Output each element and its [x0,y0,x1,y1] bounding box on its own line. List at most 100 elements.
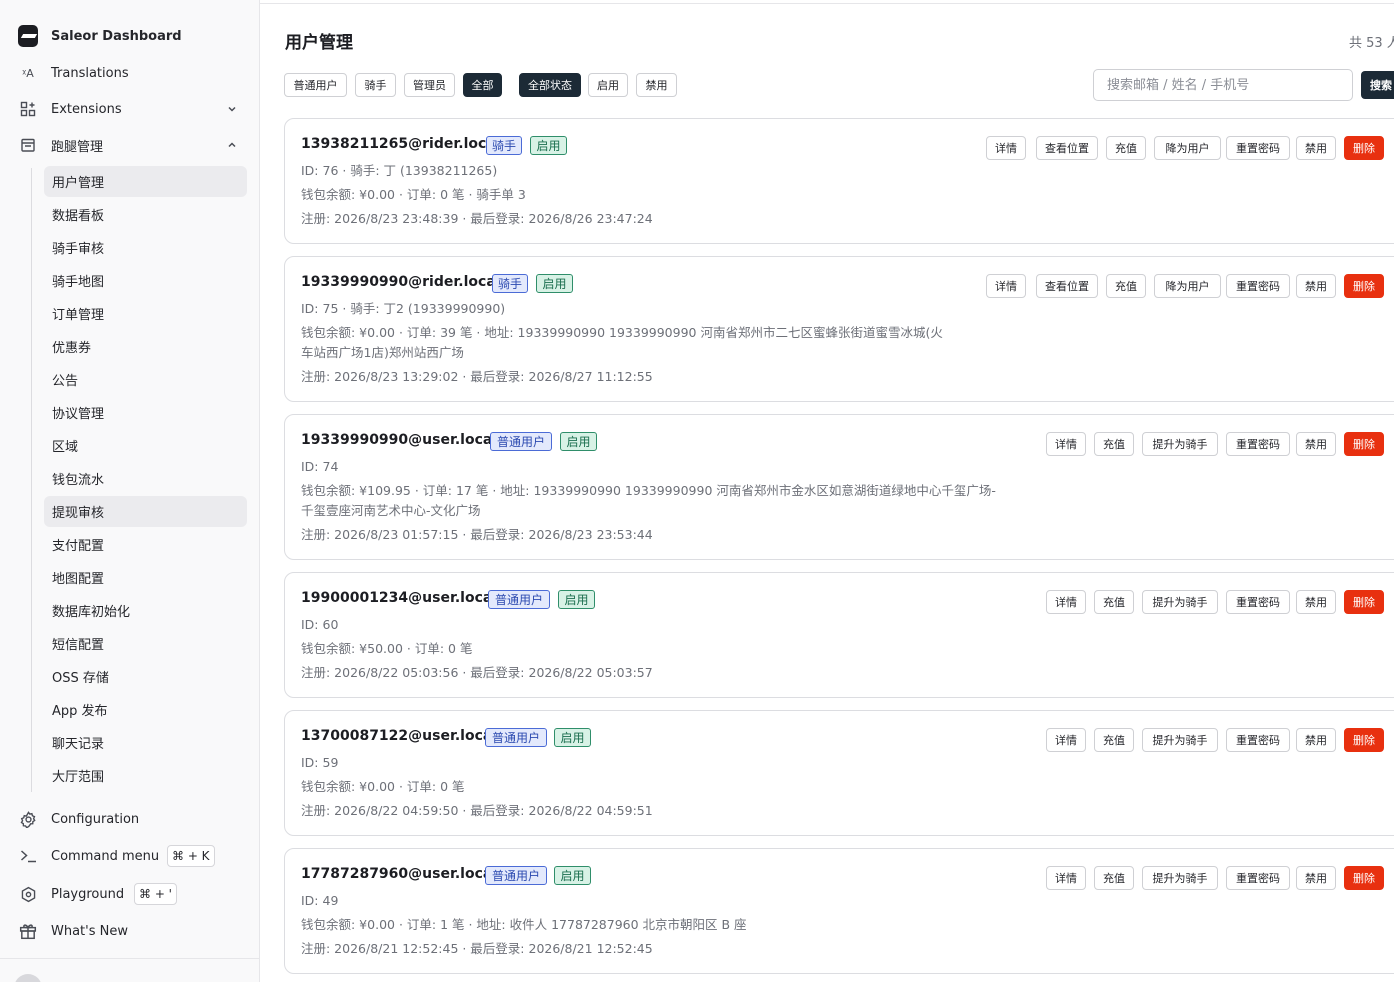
details-button[interactable]: 详情 [1046,590,1086,614]
delete-button[interactable]: 删除 [1344,136,1384,160]
user-meta-line: 钱包余额: ¥0.00 · 订单: 0 笔 · 骑手单 3 [301,187,526,202]
sidebar-subitem[interactable]: OSS 存储 [44,661,247,692]
sidebar-item-extensions[interactable]: Extensions [0,94,260,124]
chevron-down-icon[interactable] [224,101,240,117]
view-location-button[interactable]: 查看位置 [1036,136,1098,160]
sidebar-subitem[interactable]: 短信配置 [44,628,247,659]
user-meta-line: ID: 49 [301,893,339,908]
sidebar-subitem[interactable]: 骑手地图 [44,265,247,296]
status-badge: 启用 [536,274,573,293]
sidebar-subitem[interactable]: 区域 [44,430,247,461]
user-meta-line: 钱包余额: ¥109.95 · 订单: 17 笔 · 地址: 193399909… [301,483,996,498]
user-meta-line: ID: 75 · 骑手: 丁2 (19339990990) [301,301,506,316]
sidebar-item-translations[interactable]: ᵡA Translations [0,58,260,88]
promote-button[interactable]: 提升为骑手 [1142,728,1218,752]
demote-button[interactable]: 降为用户 [1154,136,1221,160]
sidebar-subitem[interactable]: 大厅范围 [44,760,247,791]
promote-button[interactable]: 提升为骑手 [1142,590,1218,614]
status-badge: 启用 [530,136,567,155]
sidebar-subitem[interactable]: 用户管理 [44,166,247,197]
disable-button[interactable]: 禁用 [1296,866,1336,890]
submenu-guide-line [31,168,32,792]
reset-password-button[interactable]: 重置密码 [1226,136,1290,160]
sidebar-subitem[interactable]: 骑手审核 [44,232,247,263]
details-button[interactable]: 详情 [1046,432,1086,456]
delete-button[interactable]: 删除 [1344,728,1384,752]
sidebar-subitem[interactable]: 提现审核 [44,496,247,527]
sidebar-subitem[interactable]: App 发布 [44,694,247,725]
sidebar-subitem[interactable]: 协议管理 [44,397,247,428]
delete-button[interactable]: 删除 [1344,432,1384,456]
recharge-button[interactable]: 充值 [1094,432,1134,456]
details-button[interactable]: 详情 [986,274,1026,298]
sidebar-item-command-menu[interactable]: Command menu [0,841,260,871]
disable-button[interactable]: 禁用 [1296,274,1336,298]
sidebar-item-label: What's New [51,923,128,939]
delete-button[interactable]: 删除 [1344,274,1384,298]
filter-status-all[interactable]: 全部状态 [519,73,581,97]
details-button[interactable]: 详情 [1046,728,1086,752]
sidebar-item-whats-new[interactable]: What's New [0,916,260,946]
details-button[interactable]: 详情 [986,136,1026,160]
details-button[interactable]: 详情 [1046,866,1086,890]
recharge-button[interactable]: 充值 [1106,136,1146,160]
reset-password-button[interactable]: 重置密码 [1226,728,1290,752]
role-badge: 普通用户 [490,432,552,451]
reset-password-button[interactable]: 重置密码 [1226,432,1290,456]
sidebar-subitem[interactable]: 支付配置 [44,529,247,560]
delete-button[interactable]: 删除 [1344,590,1384,614]
sidebar-item-label: Playground [51,886,125,902]
sidebar-item-playground[interactable]: Playground [0,879,260,909]
sidebar-subitem[interactable]: 地图配置 [44,562,247,593]
reset-password-button[interactable]: 重置密码 [1226,274,1290,298]
sidebar: Saleor Dashboard ᵡA Translations Extensi… [0,0,260,982]
sidebar-subitem[interactable]: 数据库初始化 [44,595,247,626]
reset-password-button[interactable]: 重置密码 [1226,866,1290,890]
translate-icon: ᵡA [22,66,34,80]
status-badge: 启用 [558,590,595,609]
sidebar-subitem[interactable]: 优惠券 [44,331,247,362]
sidebar-subitem[interactable]: 公告 [44,364,247,395]
user-meta-line: 千玺壹座河南艺术中心-文化广场 [301,503,481,518]
filter-role-all[interactable]: 全部 [463,73,502,97]
avatar[interactable] [14,974,42,982]
recharge-button[interactable]: 充值 [1094,590,1134,614]
sidebar-item-configuration[interactable]: Configuration [0,804,260,834]
promote-button[interactable]: 提升为骑手 [1142,432,1218,456]
chevron-up-icon[interactable] [224,137,240,153]
user-email: 13938211265@rider.local [301,136,501,152]
delete-button[interactable]: 删除 [1344,866,1384,890]
filter-role-rider[interactable]: 骑手 [355,73,396,97]
demote-button[interactable]: 降为用户 [1154,274,1221,298]
recharge-button[interactable]: 充值 [1094,728,1134,752]
search-button[interactable]: 搜索 [1361,71,1394,99]
filter-status-disabled[interactable]: 禁用 [636,73,677,97]
filter-role-admin[interactable]: 管理员 [404,73,455,97]
disable-button[interactable]: 禁用 [1296,432,1336,456]
playground-shortcut: ⌘ + ' [134,883,177,905]
user-meta-line: 注册: 2026/8/23 01:57:15 · 最后登录: 2026/8/23… [301,527,653,542]
sidebar-subitem[interactable]: 钱包流水 [44,463,247,494]
view-location-button[interactable]: 查看位置 [1036,274,1098,298]
user-card: 13938211265@rider.local 骑手 启用 ID: 76 · 骑手: … [284,118,1394,244]
user-meta-line: 车站西广场1店)郑州站西广场 [301,345,464,360]
recharge-button[interactable]: 充值 [1106,274,1146,298]
brand-link[interactable]: Saleor Dashboard [0,21,260,51]
sidebar-subitem[interactable]: 数据看板 [44,199,247,230]
sidebar-subitem[interactable]: 聊天记录 [44,727,247,758]
disable-button[interactable]: 禁用 [1296,136,1336,160]
filter-status-enabled[interactable]: 启用 [588,73,628,97]
search-input[interactable] [1093,69,1353,101]
promote-button[interactable]: 提升为骑手 [1142,866,1218,890]
role-badge: 骑手 [486,136,522,155]
terminal-icon [18,846,38,866]
sidebar-item-runner[interactable]: 跑腿管理 [0,130,260,160]
disable-button[interactable]: 禁用 [1296,590,1336,614]
reset-password-button[interactable]: 重置密码 [1226,590,1290,614]
recharge-button[interactable]: 充值 [1094,866,1134,890]
user-card: 13700087122@user.local 普通用户 启用 ID: 59 钱包余额: … [284,710,1394,836]
filter-role-normal[interactable]: 普通用户 [284,73,347,97]
sidebar-subitem[interactable]: 订单管理 [44,298,247,329]
user-meta-line: 注册: 2026/8/22 04:59:50 · 最后登录: 2026/8/22… [301,803,653,818]
disable-button[interactable]: 禁用 [1296,728,1336,752]
